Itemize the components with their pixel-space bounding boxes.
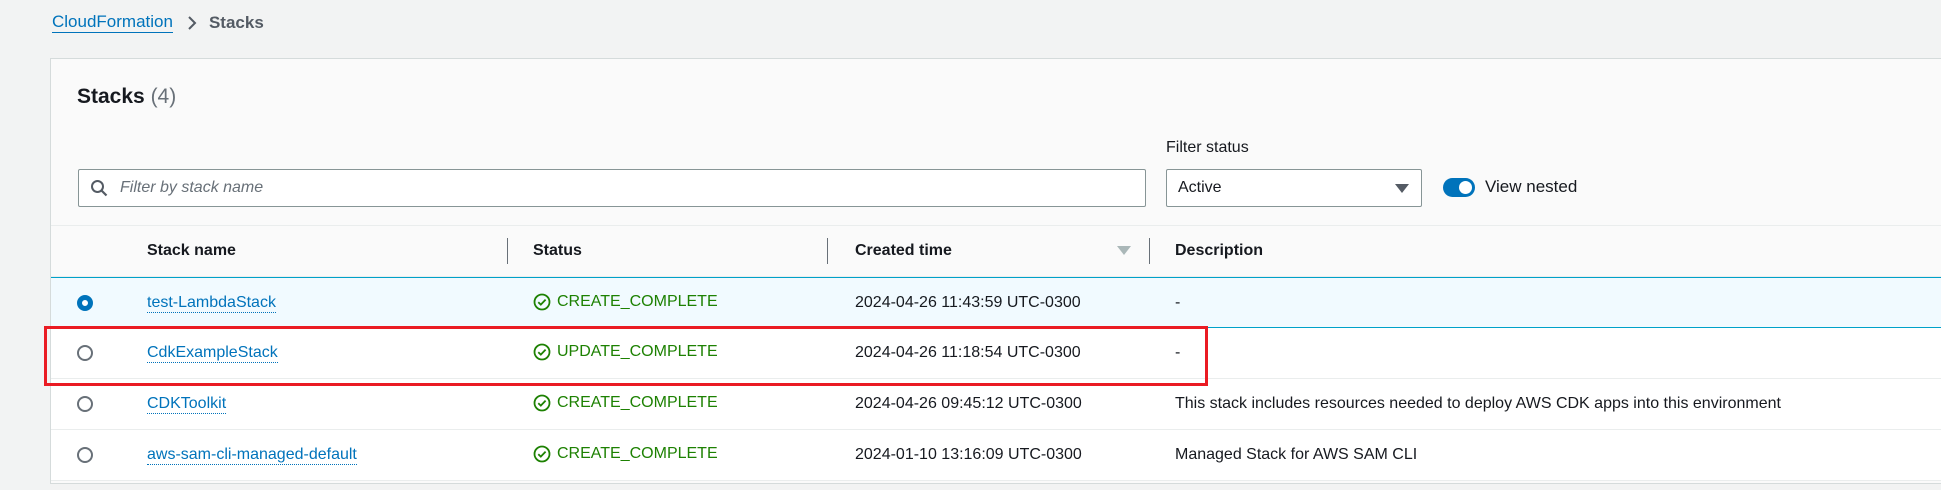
table-row[interactable]: CdkExampleStack UPDATE_COMPLETE 2024-04-… [51,328,1941,379]
status-text: CREATE_COMPLETE [557,293,718,310]
status-badge: CREATE_COMPLETE [533,445,718,463]
table-header: Stack name Status Created time Descripti… [51,225,1941,277]
status-text: CREATE_COMPLETE [557,445,718,462]
view-nested-label: View nested [1485,177,1578,196]
status-badge: CREATE_COMPLETE [533,394,718,412]
row-radio-button[interactable] [77,447,93,463]
created-time: 2024-04-26 11:18:54 UTC-0300 [855,344,1081,361]
stack-name-link[interactable]: CDKToolkit [147,395,227,414]
caret-down-icon [1395,183,1409,193]
status-text: UPDATE_COMPLETE [557,343,718,360]
column-divider[interactable] [827,238,828,264]
sort-descending-icon[interactable] [1117,246,1131,255]
created-time: 2024-01-10 13:16:09 UTC-0300 [855,446,1082,463]
created-time: 2024-04-26 09:45:12 UTC-0300 [855,395,1082,412]
table-row[interactable]: CDKToolkit CREATE_COMPLETE 2024-04-26 09… [51,379,1941,430]
chevron-right-icon [187,15,197,31]
description: - [1175,344,1181,361]
filter-status-select[interactable]: Active [1166,169,1422,207]
stack-count: (4) [150,85,177,108]
search-icon [90,179,108,197]
check-circle-icon [533,445,551,463]
column-header-status[interactable]: Status [533,242,582,260]
status-badge: CREATE_COMPLETE [533,293,718,311]
stack-name-link[interactable]: CdkExampleStack [147,344,278,363]
breadcrumb: CloudFormation Stacks [52,12,264,33]
filter-status-label: Filter status [1166,139,1249,156]
column-header-created-time[interactable]: Created time [855,242,952,260]
description: - [1175,294,1181,311]
stack-name-link[interactable]: aws-sam-cli-managed-default [147,446,357,465]
stack-name-link[interactable]: test-LambdaStack [147,294,276,313]
filter-status-value: Active [1178,179,1222,196]
description: Managed Stack for AWS SAM CLI [1175,446,1418,463]
breadcrumb-cloudformation-link[interactable]: CloudFormation [52,12,173,33]
view-nested-toggle[interactable] [1443,177,1475,197]
table-row[interactable]: aws-sam-cli-managed-default CREATE_COMPL… [51,430,1941,481]
breadcrumb-current: Stacks [208,12,264,32]
created-time: 2024-04-26 11:43:59 UTC-0300 [855,294,1081,311]
status-text: CREATE_COMPLETE [557,394,718,411]
check-circle-icon [533,293,551,311]
page-title: Stacks (4) [77,85,176,109]
column-header-description[interactable]: Description [1175,242,1263,260]
view-nested-toggle-wrap[interactable]: View nested [1443,177,1577,197]
stacks-table: Stack name Status Created time Descripti… [51,225,1941,481]
column-divider[interactable] [1149,238,1150,264]
row-radio-button[interactable] [77,396,93,412]
check-circle-icon [533,343,551,361]
status-badge: UPDATE_COMPLETE [533,343,718,361]
table-row[interactable]: test-LambdaStack CREATE_COMPLETE 2024-04… [51,277,1941,328]
row-radio-button[interactable] [77,295,93,311]
description: This stack includes resources needed to … [1175,395,1781,412]
check-circle-icon [533,394,551,412]
panel-title-text: Stacks [77,85,145,108]
column-divider[interactable] [507,238,508,264]
stacks-panel: Stacks (4) Filter status Active View nes… [50,58,1941,484]
row-radio-button[interactable] [77,345,93,361]
search-input[interactable] [118,178,1122,198]
search-box[interactable] [78,169,1146,207]
column-header-stack-name[interactable]: Stack name [147,242,236,260]
